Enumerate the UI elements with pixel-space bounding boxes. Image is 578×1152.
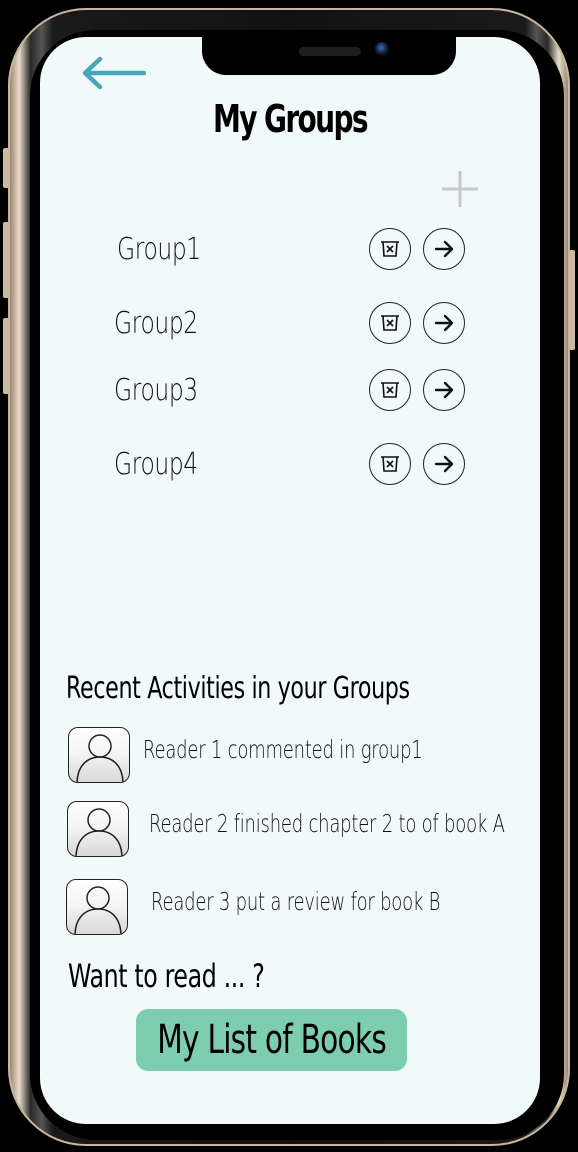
phone-volume-down-button bbox=[3, 318, 9, 394]
arrow-right-icon bbox=[434, 381, 454, 399]
back-button[interactable] bbox=[80, 55, 147, 95]
group-row: Group3 bbox=[40, 369, 540, 413]
want-to-read-prompt: Want to read ... ? bbox=[68, 957, 265, 995]
add-group-button[interactable] bbox=[440, 169, 480, 209]
user-avatar-icon bbox=[67, 801, 129, 857]
group-row: Group2 bbox=[40, 302, 540, 346]
my-list-of-books-button[interactable]: My List of Books bbox=[136, 1009, 407, 1071]
trash-x-icon bbox=[381, 241, 399, 257]
open-group-button[interactable] bbox=[423, 228, 465, 270]
activity-text: Reader 3 put a review for book B bbox=[151, 887, 441, 916]
delete-group-button[interactable] bbox=[369, 443, 411, 485]
trash-x-icon bbox=[381, 456, 399, 472]
group-name: Group3 bbox=[114, 373, 198, 408]
recent-activities-heading: Recent Activities in your Groups bbox=[66, 671, 410, 706]
my-list-of-books-label: My List of Books bbox=[157, 1017, 387, 1063]
phone-power-button bbox=[569, 250, 575, 350]
activity-text: Reader 1 commented in group1 bbox=[143, 735, 423, 764]
activity-item[interactable]: Reader 3 put a review for book B bbox=[66, 879, 540, 939]
delete-group-button[interactable] bbox=[369, 228, 411, 270]
phone-notch bbox=[202, 37, 456, 75]
page-title: My Groups bbox=[212, 97, 369, 141]
plus-icon bbox=[442, 171, 478, 207]
app-screen: My Groups Group1 Group2 Group3 Group4 Re… bbox=[40, 37, 540, 1124]
group-row: Group4 bbox=[40, 443, 540, 487]
trash-x-icon bbox=[381, 382, 399, 398]
front-camera bbox=[375, 42, 389, 56]
activity-item[interactable]: Reader 2 finished chapter 2 to of book A bbox=[67, 801, 540, 861]
open-group-button[interactable] bbox=[423, 302, 465, 344]
user-avatar-icon bbox=[66, 879, 128, 935]
arrow-right-icon bbox=[434, 455, 454, 473]
user-avatar-icon bbox=[68, 727, 130, 783]
group-name: Group4 bbox=[114, 447, 198, 482]
phone-volume-up-button bbox=[3, 222, 9, 298]
trash-x-icon bbox=[381, 315, 399, 331]
phone-side-button bbox=[3, 148, 9, 188]
open-group-button[interactable] bbox=[423, 443, 465, 485]
activity-item[interactable]: Reader 1 commented in group1 bbox=[68, 727, 540, 787]
group-row: Group1 bbox=[40, 228, 540, 272]
arrow-right-icon bbox=[434, 240, 454, 258]
group-name: Group2 bbox=[114, 306, 198, 341]
arrow-left-icon bbox=[82, 56, 147, 90]
delete-group-button[interactable] bbox=[369, 369, 411, 411]
activity-text: Reader 2 finished chapter 2 to of book A bbox=[149, 809, 505, 838]
arrow-right-icon bbox=[434, 314, 454, 332]
speaker-grille bbox=[299, 47, 361, 56]
open-group-button[interactable] bbox=[423, 369, 465, 411]
delete-group-button[interactable] bbox=[369, 302, 411, 344]
group-name: Group1 bbox=[117, 232, 201, 267]
